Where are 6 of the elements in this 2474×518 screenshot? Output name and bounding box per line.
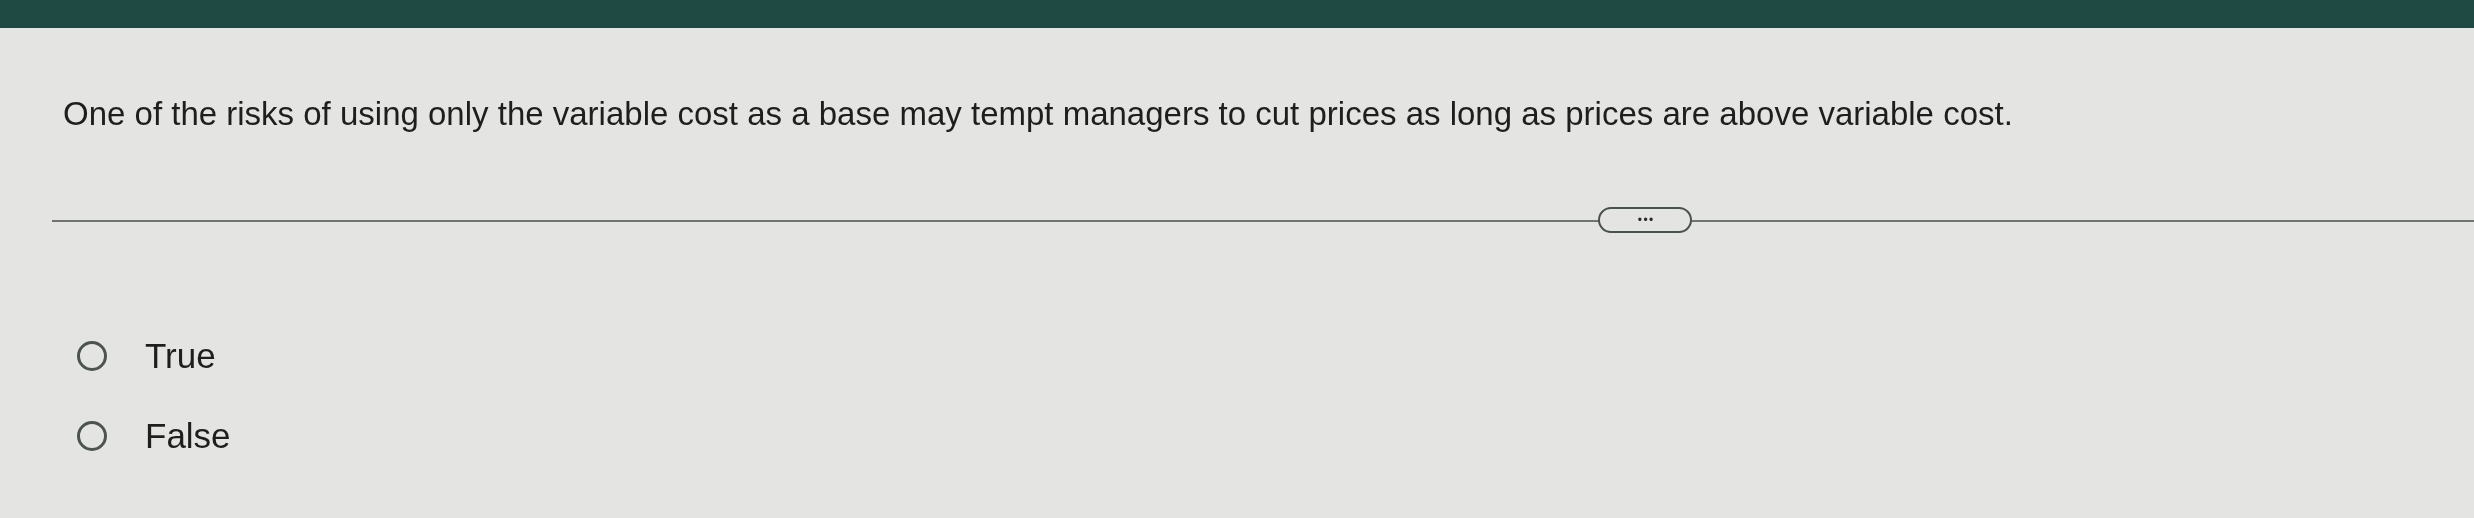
radio-button[interactable] [77, 341, 107, 371]
expand-button[interactable]: • • • [1598, 207, 1692, 233]
option-label[interactable]: True [145, 336, 216, 376]
question-text: One of the risks of using only the variable cost as a base may tempt managers to cut prices as long as prices are above variable cost. [63, 94, 2014, 134]
option-label[interactable]: False [145, 416, 231, 456]
radio-button[interactable] [77, 421, 107, 451]
